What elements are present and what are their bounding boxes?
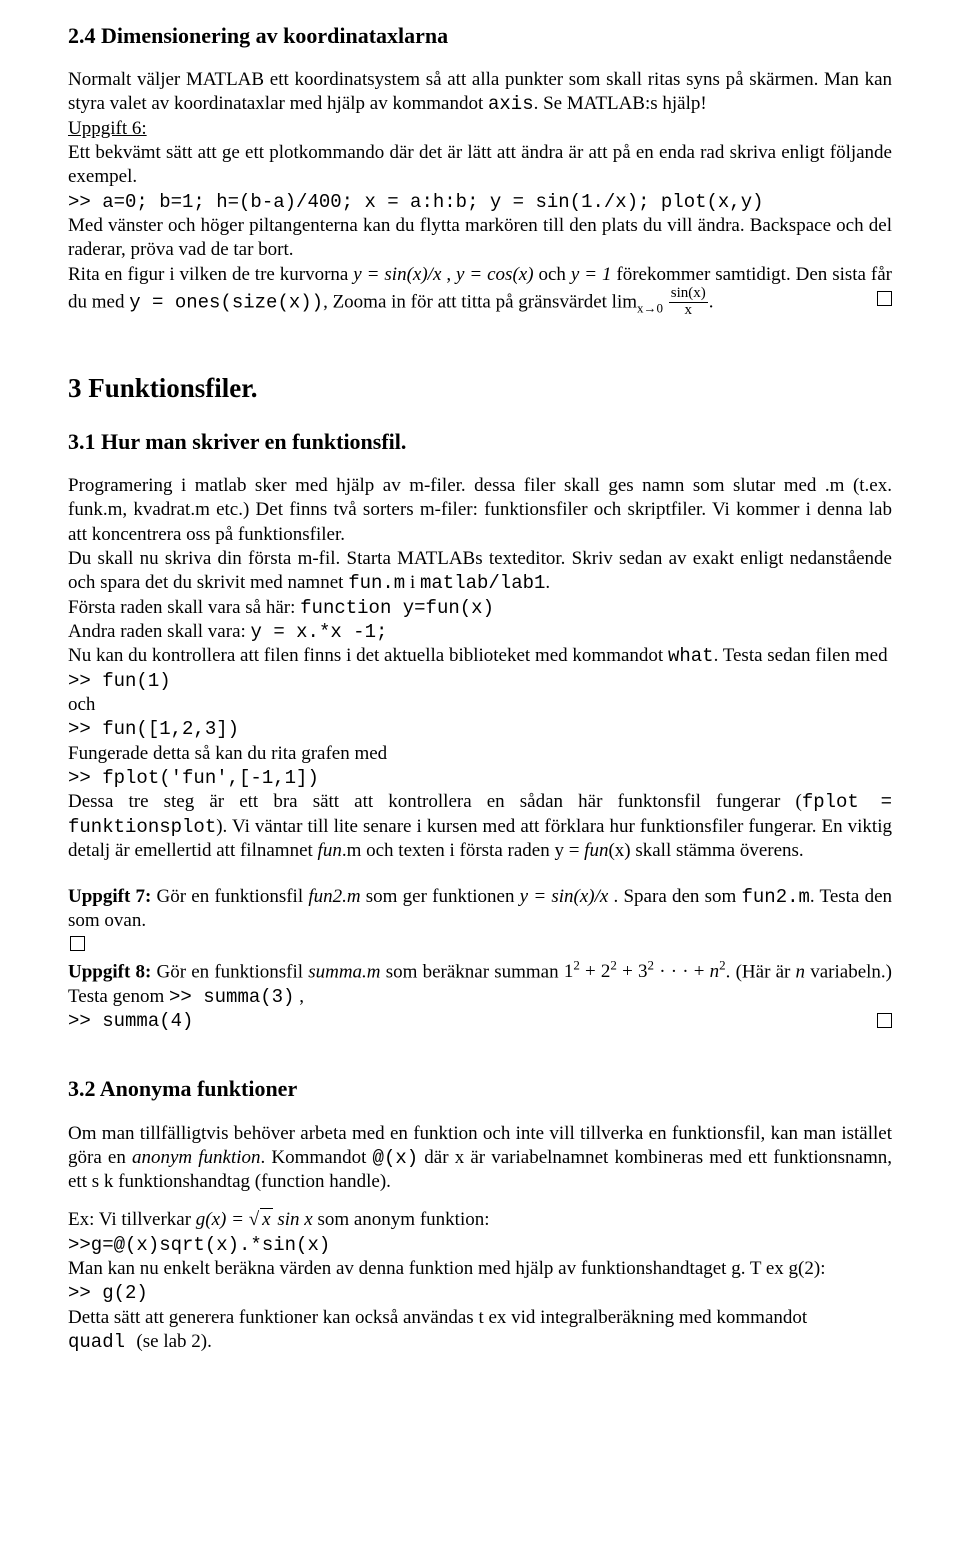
s31-line1: Första raden skall vara så här: function… bbox=[68, 596, 892, 620]
label: Uppgift 8: bbox=[68, 961, 157, 982]
s31-p7: Dessa tre steg är ett bra sätt att kontr… bbox=[68, 790, 892, 863]
s31-line2: Andra raden skall vara: y = x.*x -1; bbox=[68, 620, 892, 644]
text: som beräknar summan bbox=[381, 961, 564, 982]
text: Rita en figur i vilken de tre kurvorna bbox=[68, 264, 353, 285]
fraction-denominator: x bbox=[669, 303, 708, 319]
code-summa4: >> summa(4) bbox=[68, 1010, 193, 1032]
s32-p1: Om man tillfälligtvis behöver arbeta med… bbox=[68, 1122, 892, 1195]
text: . Testa sedan filen med bbox=[714, 645, 888, 666]
uppgift6-p3: Rita en figur i vilken de tre kurvorna y… bbox=[68, 263, 892, 320]
end-box-icon bbox=[70, 936, 85, 951]
label: Uppgift 7: bbox=[68, 886, 157, 907]
text: . Kommandot bbox=[261, 1147, 373, 1168]
text: Dessa tre steg är ett bra sätt att kontr… bbox=[68, 791, 802, 812]
text: Vi tillverkar bbox=[99, 1209, 196, 1230]
section-3-2-heading: 3.2 Anonyma funktioner bbox=[68, 1075, 892, 1103]
text: Detta sätt att generera funktioner kan o… bbox=[68, 1307, 807, 1328]
em-fun2: fun bbox=[584, 840, 608, 861]
text: (x) skall stämma överens. bbox=[608, 840, 803, 861]
s32-p2: Man kan nu enkelt beräkna värden av denn… bbox=[68, 1257, 892, 1281]
equation: y = sin(x)/x bbox=[520, 886, 609, 907]
section-3-heading: 3 Funktionsfiler. bbox=[68, 371, 892, 406]
text: Nu kan du kontrollera att filen finns i … bbox=[68, 645, 668, 666]
text: och bbox=[534, 264, 571, 285]
text: Gör en funktionsfil bbox=[157, 886, 309, 907]
code-ones: y = ones(size(x)) bbox=[129, 292, 323, 314]
uppgift7: Uppgift 7: Gör en funktionsfil fun2.m so… bbox=[68, 885, 892, 934]
em-fun: fun bbox=[318, 840, 342, 861]
text: . Spara den som bbox=[608, 886, 741, 907]
code-summa3: >> summa(3) bbox=[169, 986, 294, 1008]
code-path: matlab/lab1 bbox=[420, 572, 545, 594]
s31-p1: Programering i matlab sker med hjälp av … bbox=[68, 474, 892, 547]
code-quadl: quadl bbox=[68, 1331, 136, 1353]
limit-subscript: x→0 bbox=[637, 300, 663, 315]
code-what: what bbox=[668, 645, 714, 667]
text: Andra raden skall vara: bbox=[68, 621, 251, 642]
code-atx: @(x) bbox=[373, 1147, 419, 1169]
code-funm: fun.m bbox=[348, 572, 405, 594]
code-fplot: >> fplot('fun',[-1,1]) bbox=[68, 766, 892, 790]
end-box-icon bbox=[877, 1013, 892, 1028]
text: Första raden skall vara så här: bbox=[68, 597, 300, 618]
text: i bbox=[405, 572, 420, 593]
text: (se lab 2). bbox=[136, 1331, 211, 1352]
label: Uppgift 6: bbox=[68, 118, 147, 139]
fraction-numerator: sin(x) bbox=[669, 286, 708, 303]
och-label: och bbox=[68, 693, 892, 717]
uppgift8: Uppgift 8: Gör en funktionsfil summa.m s… bbox=[68, 958, 892, 1033]
s32-p3: Detta sätt att generera funktioner kan o… bbox=[68, 1306, 892, 1355]
code-fun2m: fun2.m bbox=[742, 886, 810, 908]
ex-label: Ex: bbox=[68, 1209, 99, 1230]
equation: y = cos(x) bbox=[456, 264, 534, 285]
text: . Se MATLAB:s hjälp! bbox=[534, 93, 707, 114]
sqrt: √x bbox=[249, 1208, 273, 1232]
text: , bbox=[294, 986, 304, 1007]
end-box-icon bbox=[877, 291, 892, 306]
text: . bbox=[545, 572, 550, 593]
equation: 12 + 22 + 32 · · · + n2 bbox=[564, 961, 726, 982]
text: , Zooma in för att titta på gränsvärdet … bbox=[323, 292, 637, 313]
code-body-line: y = x.*x -1; bbox=[251, 621, 388, 643]
uppgift7-endbox bbox=[68, 934, 892, 958]
section-2-4-heading: 2.4 Dimensionering av koordinataxlarna bbox=[68, 22, 892, 50]
s31-p6: Fungerade detta så kan du rita grafen me… bbox=[68, 742, 892, 766]
text: som ger funktionen bbox=[361, 886, 520, 907]
equation: y = sin(x)/x bbox=[353, 264, 441, 285]
code-g-anon: >>g=@(x)sqrt(x).*sin(x) bbox=[68, 1233, 892, 1257]
text: som anonym funktion: bbox=[313, 1209, 490, 1230]
s31-p5: Nu kan du kontrollera att filen finns i … bbox=[68, 644, 892, 668]
code-fun1: >> fun(1) bbox=[68, 669, 892, 693]
s32-ex: Ex: Vi tillverkar g(x) = √x sin x som an… bbox=[68, 1208, 892, 1232]
fraction: sin(x)x bbox=[669, 286, 708, 319]
uppgift6-desc: Ett bekvämt sätt att ge ett plotkommando… bbox=[68, 141, 892, 190]
text: , bbox=[441, 264, 456, 285]
s31-p2: Du skall nu skriva din första m-fil. Sta… bbox=[68, 547, 892, 596]
eq-sinx: sin x bbox=[273, 1209, 313, 1230]
uppgift6-label: Uppgift 6: bbox=[68, 117, 892, 141]
text: Gör en funktionsfil bbox=[157, 961, 309, 982]
code-g2: >> g(2) bbox=[68, 1281, 892, 1305]
section-3-1-heading: 3.1 Hur man skriver en funktionsfil. bbox=[68, 428, 892, 456]
var-n: n bbox=[796, 961, 806, 982]
em-anonym: anonym funktion bbox=[132, 1147, 261, 1168]
text: .m och texten i första raden y = bbox=[342, 840, 584, 861]
text: . bbox=[709, 292, 714, 313]
text: . (Här är bbox=[726, 961, 796, 982]
equation: y = 1 bbox=[571, 264, 612, 285]
uppgift6-p2: Med vänster och höger piltangenterna kan… bbox=[68, 214, 892, 263]
eq-g: g(x) = bbox=[196, 1209, 249, 1230]
em-summa: summa.m bbox=[308, 961, 380, 982]
em-fun2m: fun2.m bbox=[308, 886, 360, 907]
text: Normalt väljer MATLAB ett koordinatsyste… bbox=[68, 69, 892, 114]
uppgift6-code: >> a=0; b=1; h=(b-a)/400; x = a:h:b; y =… bbox=[68, 190, 892, 214]
s24-paragraph-intro: Normalt väljer MATLAB ett koordinatsyste… bbox=[68, 68, 892, 117]
code-fun123: >> fun([1,2,3]) bbox=[68, 717, 892, 741]
code-function-line: function y=fun(x) bbox=[300, 597, 494, 619]
code-axis: axis bbox=[488, 93, 534, 115]
